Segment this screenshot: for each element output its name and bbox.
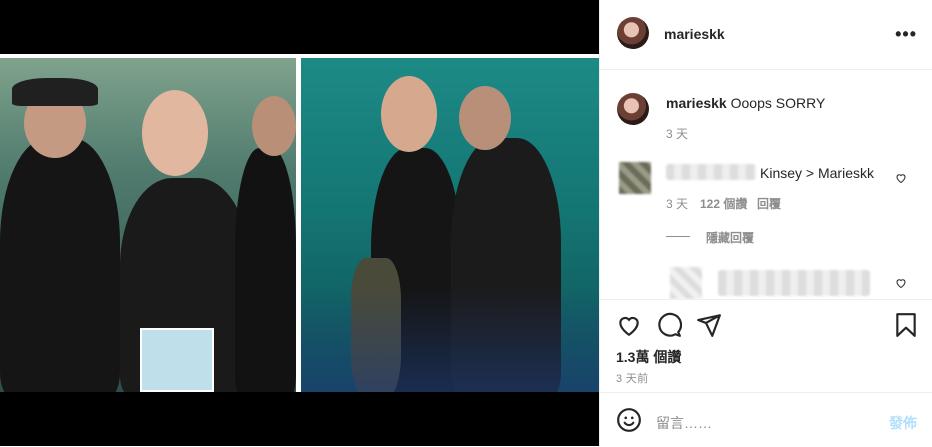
heart-icon[interactable]: [895, 277, 907, 289]
bookmark-icon[interactable]: [893, 312, 919, 338]
avatar[interactable]: [617, 93, 649, 125]
caption-text: Ooops SORRY: [730, 95, 826, 111]
post-button[interactable]: 發佈: [889, 413, 917, 433]
like-count[interactable]: 1.3萬 個讚: [616, 347, 681, 367]
obscured-username: [666, 164, 756, 180]
photo-collage: [0, 54, 599, 392]
action-bar: 1.3萬 個讚 3 天前: [600, 299, 932, 400]
comment-bar: 留言…… 發佈: [600, 392, 932, 447]
reply-button[interactable]: 回覆: [757, 195, 781, 212]
post-time[interactable]: 3 天前: [616, 370, 648, 386]
comment-likes[interactable]: 122 個讚: [700, 195, 747, 212]
figure-head: [142, 90, 208, 176]
divider: [666, 236, 690, 237]
figure-head: [252, 96, 296, 156]
comment-text: Kinsey > Marieskk: [760, 165, 874, 181]
post-media[interactable]: [0, 0, 599, 446]
avatar[interactable]: [617, 17, 649, 49]
caption-author[interactable]: marieskk: [666, 95, 727, 111]
emoji-icon[interactable]: [616, 407, 642, 433]
figure-head: [381, 76, 437, 152]
comment-icon[interactable]: [656, 312, 682, 338]
stadium-shade: [301, 288, 599, 392]
avatar[interactable]: [619, 162, 651, 194]
post-details-panel: marieskk ••• marieskk Ooops SORRY 3 天 Ki…: [599, 0, 932, 446]
figure-guard-left: [0, 138, 120, 392]
photo-right: [301, 58, 599, 392]
hide-replies-button[interactable]: 隱藏回覆: [706, 229, 754, 246]
comment-input[interactable]: 留言……: [656, 413, 712, 433]
avatar[interactable]: [670, 267, 702, 299]
cap-shape: [12, 78, 98, 106]
photo-left: [0, 58, 296, 392]
obscured-comment: [718, 270, 870, 296]
figure-head: [459, 86, 511, 150]
caption: marieskk Ooops SORRY: [666, 95, 825, 111]
figure-guard-right: [235, 148, 296, 392]
comments-list: marieskk Ooops SORRY 3 天 Kinsey > Maries…: [600, 70, 932, 300]
caption-time[interactable]: 3 天: [666, 125, 688, 142]
post-header: marieskk •••: [600, 0, 932, 70]
lanyard-badge: [140, 328, 214, 392]
heart-icon[interactable]: [616, 312, 642, 338]
share-icon[interactable]: [696, 312, 722, 338]
comment-time[interactable]: 3 天: [666, 195, 688, 212]
heart-icon[interactable]: [895, 172, 907, 184]
author-username[interactable]: marieskk: [664, 26, 725, 42]
more-icon[interactable]: •••: [895, 24, 917, 45]
